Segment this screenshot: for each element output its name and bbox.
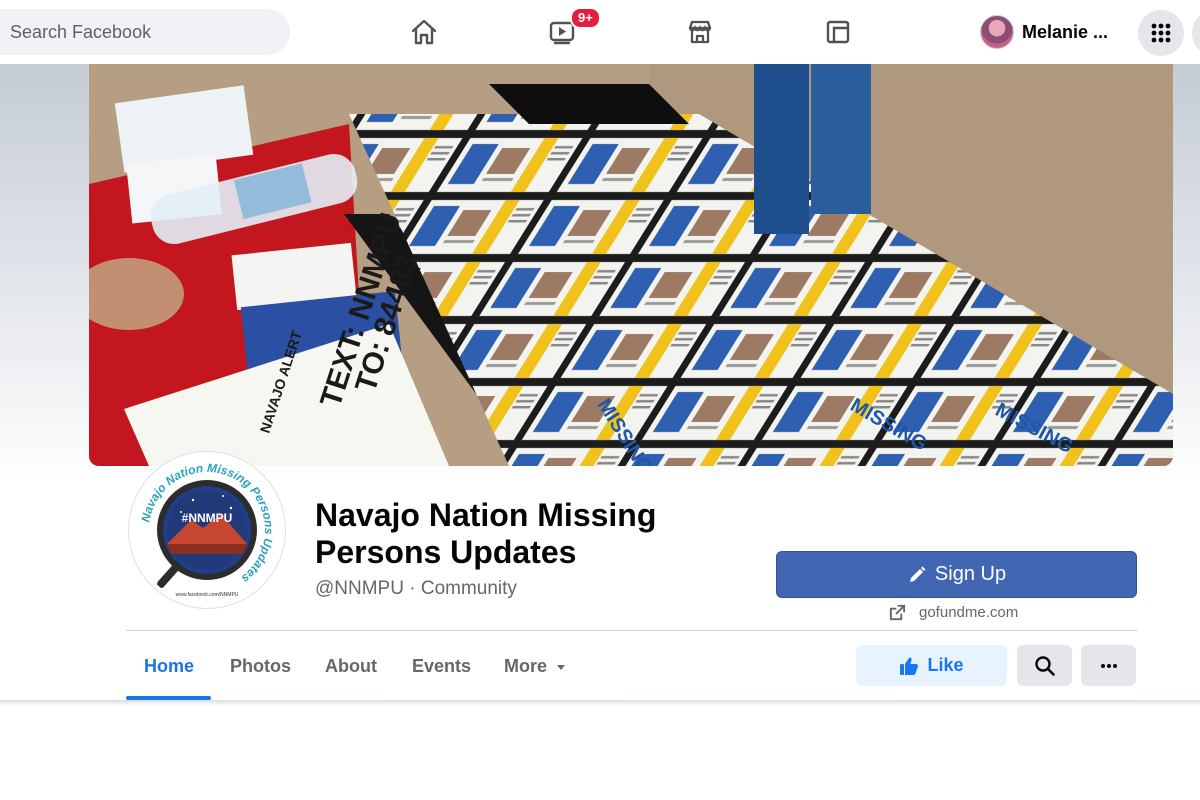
ellipsis-icon: [1100, 663, 1117, 668]
tab-more[interactable]: More: [504, 656, 567, 677]
caret-down-icon: [557, 664, 566, 670]
tab-about[interactable]: About: [325, 656, 377, 677]
pencil-icon: [909, 566, 926, 582]
tab-label: About: [325, 656, 377, 676]
sign-up-label: Sign Up: [934, 563, 1007, 585]
logo-url: www.facebook.com/NNMPU: [176, 592, 239, 598]
top-navigation-bar: 9+ Melanie ...: [0, 0, 1200, 64]
logo-hashtag: #NNMPU: [182, 511, 233, 525]
more-options-button[interactable]: [1081, 645, 1136, 686]
nnmpu-logo: Navajo Nation Missing Persons Updates #N…: [135, 458, 279, 602]
page-profile-picture[interactable]: Navajo Nation Missing Persons Updates #N…: [129, 452, 285, 608]
page-subtitle: @NNMPU · Community: [315, 578, 517, 600]
search-bar[interactable]: [0, 9, 290, 55]
external-link-icon: [889, 604, 906, 621]
tab-label: Events: [412, 656, 472, 676]
grid-menu-icon: [1151, 23, 1171, 43]
tab-label: Home: [144, 656, 195, 676]
home-nav-button[interactable]: [404, 12, 444, 52]
header-divider: [126, 630, 1137, 631]
cover-photo[interactable]: TEXT: NNMPU TO: 84483 NAVAJO ALERT MISSI…: [89, 64, 1173, 466]
watch-nav-button[interactable]: 9+: [542, 7, 601, 52]
messenger-button[interactable]: [1192, 10, 1200, 56]
like-button[interactable]: Like: [856, 645, 1007, 686]
tab-photos[interactable]: Photos: [230, 656, 291, 677]
marketplace-nav-button[interactable]: [680, 12, 720, 52]
like-label: Like: [927, 655, 964, 675]
tab-events[interactable]: Events: [412, 656, 471, 677]
cover-illustration: TEXT: NNMPU TO: 84483 NAVAJO ALERT MISSI…: [89, 64, 1173, 466]
separator: ·: [403, 578, 421, 599]
external-website-link[interactable]: gofundme.com: [888, 603, 1018, 622]
menu-button[interactable]: [1138, 10, 1184, 56]
tab-label: More: [504, 656, 548, 676]
tab-label: Photos: [230, 656, 291, 676]
gaming-nav-button[interactable]: [818, 12, 858, 52]
avatar: [980, 15, 1014, 49]
profile-name: Melanie ...: [1022, 21, 1109, 42]
search-input[interactable]: [10, 21, 270, 43]
section-divider-shadow: [0, 700, 1200, 706]
profile-shortcut[interactable]: Melanie ...: [980, 14, 1108, 50]
search-page-button[interactable]: [1017, 645, 1072, 686]
home-icon: [411, 19, 437, 45]
search-icon: [1034, 655, 1055, 676]
external-link-text: gofundme.com: [919, 604, 1019, 621]
page-category[interactable]: Community: [421, 578, 517, 599]
page-handle[interactable]: @NNMPU: [315, 578, 404, 599]
page-title: Navajo Nation Missing Persons Updates: [315, 497, 657, 570]
marketplace-icon: [688, 20, 712, 44]
gaming-icon: [826, 20, 850, 44]
notification-badge: 9+: [570, 7, 601, 29]
tab-home[interactable]: Home: [144, 656, 194, 677]
thumbs-up-icon: [900, 657, 919, 675]
sign-up-button[interactable]: Sign Up: [776, 551, 1137, 598]
